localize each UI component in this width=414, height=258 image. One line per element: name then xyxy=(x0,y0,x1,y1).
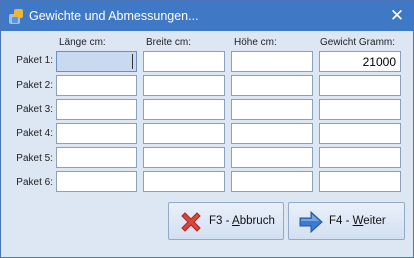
paket-2-gewicht-input[interactable] xyxy=(319,75,401,96)
paket-5-hoehe-input[interactable] xyxy=(231,147,313,168)
arrow-right-icon xyxy=(299,210,323,234)
app-icon xyxy=(9,9,23,24)
column-header-hoehe: Höhe cm: xyxy=(234,37,277,48)
dialog-window: Gewichte und Abmessungen... ✕ Länge cm: … xyxy=(0,0,414,258)
paket-1-hoehe-input[interactable] xyxy=(231,51,313,72)
paket-1-gewicht-input[interactable] xyxy=(319,51,401,72)
paket-4-breite-input[interactable] xyxy=(143,123,225,144)
paket-2-breite-input[interactable] xyxy=(143,75,225,96)
close-icon: ✕ xyxy=(389,6,405,25)
paket-6-breite-input[interactable] xyxy=(143,171,225,192)
column-header-laenge: Länge cm: xyxy=(59,37,106,48)
paket-6-gewicht-input[interactable] xyxy=(319,171,401,192)
cancel-button-label: F3 - Abbruch xyxy=(209,215,275,227)
paket-2-laenge-input[interactable] xyxy=(56,75,137,96)
paket-5-breite-input[interactable] xyxy=(143,147,225,168)
row-label-paket-6: Paket 6: xyxy=(16,177,53,188)
paket-4-hoehe-input[interactable] xyxy=(231,123,313,144)
paket-1-breite-input[interactable] xyxy=(143,51,225,72)
paket-1-laenge-input[interactable] xyxy=(56,51,137,72)
paket-6-laenge-input[interactable] xyxy=(56,171,137,192)
paket-4-gewicht-input[interactable] xyxy=(319,123,401,144)
paket-3-hoehe-input[interactable] xyxy=(231,99,313,120)
row-label-paket-2: Paket 2: xyxy=(16,80,53,91)
row-label-paket-1: Paket 1: xyxy=(16,55,53,66)
text-caret xyxy=(132,54,133,69)
paket-2-hoehe-input[interactable] xyxy=(231,75,313,96)
red-x-icon xyxy=(181,212,201,232)
close-button[interactable]: ✕ xyxy=(385,4,409,27)
row-label-paket-3: Paket 3: xyxy=(16,104,53,115)
window-title: Gewichte und Abmessungen... xyxy=(29,9,199,23)
paket-3-gewicht-input[interactable] xyxy=(319,99,401,120)
paket-6-hoehe-input[interactable] xyxy=(231,171,313,192)
paket-3-breite-input[interactable] xyxy=(143,99,225,120)
column-header-breite: Breite cm: xyxy=(146,37,192,48)
cancel-button[interactable]: F3 - Abbruch xyxy=(168,202,284,240)
title-bar[interactable]: Gewichte und Abmessungen... ✕ xyxy=(1,1,413,31)
paket-4-laenge-input[interactable] xyxy=(56,123,137,144)
paket-5-gewicht-input[interactable] xyxy=(319,147,401,168)
next-button-label: F4 - Weiter xyxy=(329,215,386,227)
row-label-paket-5: Paket 5: xyxy=(16,153,53,164)
paket-5-laenge-input[interactable] xyxy=(56,147,137,168)
row-label-paket-4: Paket 4: xyxy=(16,128,53,139)
column-header-gewicht: Gewicht Gramm: xyxy=(320,37,396,48)
paket-3-laenge-input[interactable] xyxy=(56,99,137,120)
next-button[interactable]: F4 - Weiter xyxy=(288,202,405,240)
